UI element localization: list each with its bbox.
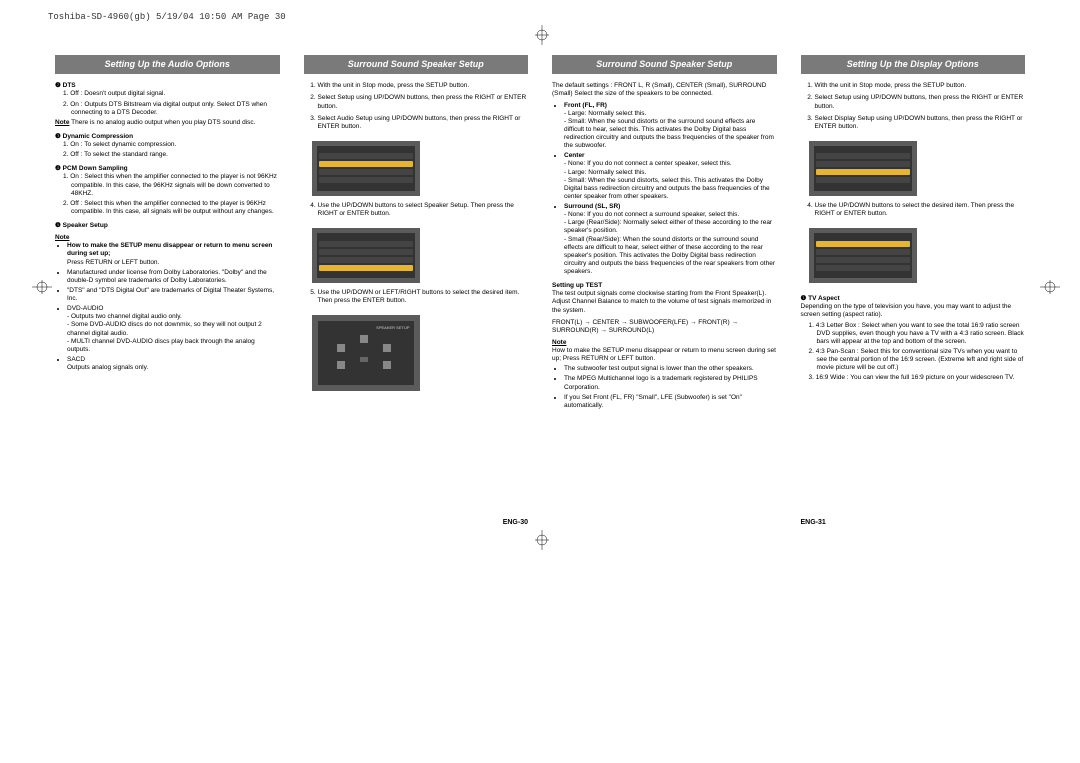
print-job-header: Toshiba-SD-4960(gb) 5/19/04 10:50 AM Pag… [48,12,286,22]
body-text: Manufactured under license from Dolby La… [67,269,280,285]
body-text: 1. On : Select this when the amplifier c… [63,173,280,197]
menu-screenshot [312,141,420,196]
manual-spread: Setting Up the Audio Options ❷ DTS 1. Of… [55,55,1025,528]
body-text: Note There is no analog audio output whe… [55,119,280,127]
body-text: If you Set Front (FL, FR) "Small", LFE (… [564,394,777,410]
body-text: SACDOutputs analog signals only. [67,356,280,372]
column-title: Surround Sound Speaker Setup [304,55,529,74]
column-surround-detail: Surround Sound Speaker Setup The default… [552,55,777,528]
body-text: 1. On : To select dynamic compression. [63,141,280,149]
step-text: With the unit in Stop mode, press the SE… [815,82,1026,90]
tv-aspect-heading: ❶ TV Aspect [801,295,1026,303]
step-text: Select Audio Setup using UP/DOWN buttons… [318,115,529,131]
menu-screenshot [312,228,420,283]
registration-mark-bottom [535,530,549,550]
registration-mark-top [535,25,549,45]
body-text: 2. On : Outputs DTS Bitstream via digita… [63,101,280,117]
page-number-left: ENG-30 [304,519,529,528]
step-text: Select Setup using UP/DOWN buttons, then… [815,94,1026,110]
speaker-setup-heading: ❺ Speaker Setup [55,222,280,230]
body-text: The default settings : FRONT L, R (Small… [552,82,777,98]
step-text: Select Display Setup using UP/DOWN butto… [815,115,1026,131]
body-text: 3. 16:9 Wide : You can view the full 16:… [809,374,1026,382]
body-text: Depending on the type of television you … [801,303,1026,319]
body-text: The MPEG Multichannel logo is a trademar… [564,375,777,391]
pcm-heading: ❹ PCM Down Sampling [55,165,280,173]
step-text: Use the UP/DOWN buttons to select Speake… [318,202,529,218]
body-text: Center - None: If you do not connect a c… [564,152,777,201]
body-text: How to make the SETUP menu disappear or … [552,347,777,363]
dynamic-compression-heading: ❸ Dynamic Compression [55,133,280,141]
body-text: How to make the SETUP menu disappear or … [67,242,280,266]
registration-mark-left [32,280,52,294]
body-text: The subwoofer test output signal is lowe… [564,365,777,373]
column-surround-setup-steps: Surround Sound Speaker Setup With the un… [304,55,529,528]
column-title: Setting Up the Display Options [801,55,1026,74]
body-text: Front (FL, FR) - Large: Normally select … [564,102,777,151]
page-number-right: ENG-31 [801,519,1026,528]
column-title: Surround Sound Speaker Setup [552,55,777,74]
body-text: DVD-AUDIO - Outputs two channel digital … [67,305,280,354]
step-text: Select Setup using UP/DOWN buttons, then… [318,94,529,110]
body-text: 1. Off : Doesn't output digital signal. [63,90,280,98]
body-text: 2. 4:3 Pan-Scan : Select this for conven… [809,348,1026,372]
registration-mark-right [1040,280,1060,294]
note-heading: Note [55,234,280,242]
body-text: 2. Off : Select this when the amplifier … [63,200,280,216]
menu-screenshot [809,141,917,196]
step-text: With the unit in Stop mode, press the SE… [318,82,529,90]
step-text: Use the UP/DOWN or LEFT/RIGHT buttons to… [318,289,529,305]
column-display-options: Setting Up the Display Options With the … [801,55,1026,528]
body-text: The test output signals come clockwise s… [552,290,777,314]
dts-heading: ❷ DTS [55,82,280,90]
column-title: Setting Up the Audio Options [55,55,280,74]
note-heading: Note [552,339,777,347]
test-heading: Setting up TEST [552,282,777,290]
body-text: "DTS" and "DTS Digital Out" are trademar… [67,287,280,303]
column-audio-options: Setting Up the Audio Options ❷ DTS 1. Of… [55,55,280,528]
body-text: Surround (SL, SR) - None: If you do not … [564,203,777,276]
body-text: 2. Off : To select the standard range. [63,151,280,159]
body-text: FRONT(L) → CENTER → SUBWOOFER(LFE) → FRO… [552,319,777,335]
menu-screenshot [809,228,917,283]
body-text: 1. 4:3 Letter Box : Select when you want… [809,322,1026,346]
step-text: Use the UP/DOWN buttons to select the de… [815,202,1026,218]
speaker-layout-screenshot: SPEAKER SETUP [312,315,420,391]
